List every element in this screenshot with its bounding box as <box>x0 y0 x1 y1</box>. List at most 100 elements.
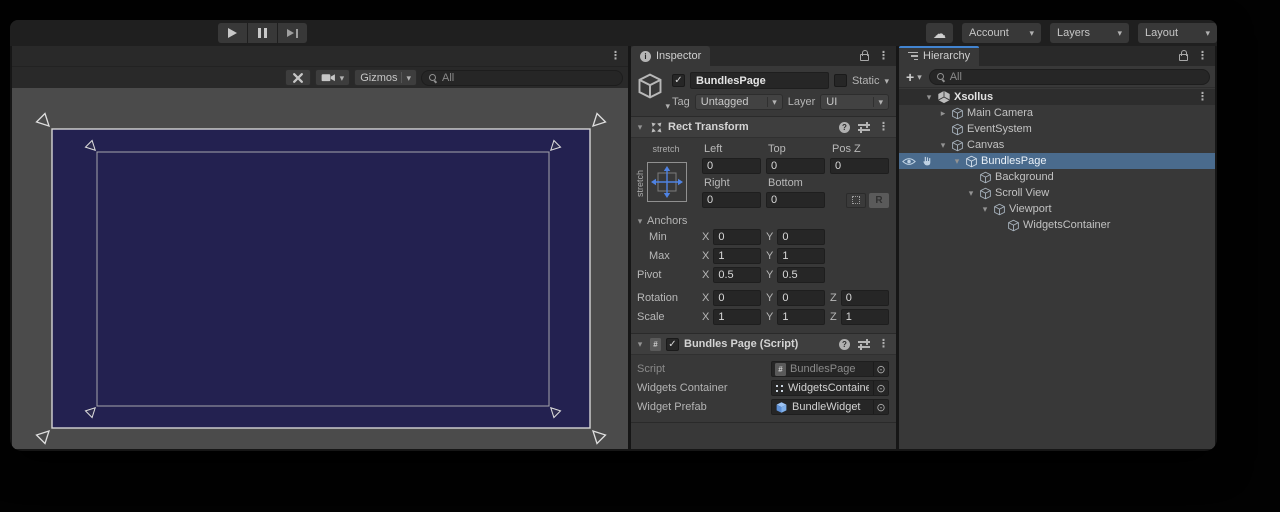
foldout-icon[interactable] <box>635 339 645 350</box>
scene-tool-settings-button[interactable] <box>285 69 311 86</box>
script-object-field[interactable]: BundlesPage <box>771 361 889 377</box>
layers-dropdown[interactable]: Layers <box>1050 23 1129 43</box>
foldout-icon[interactable] <box>924 92 934 103</box>
inspector-panel-menu-icon[interactable] <box>878 51 889 62</box>
component-menu-icon[interactable] <box>878 122 889 133</box>
foldout-icon[interactable] <box>938 140 948 151</box>
bundles-page-script-header[interactable]: Bundles Page (Script) <box>631 333 896 355</box>
left-field[interactable]: 0 <box>702 158 761 174</box>
top-field[interactable]: 0 <box>766 158 825 174</box>
object-picker-icon[interactable] <box>873 400 888 414</box>
anchor-handle-bottom-left[interactable] <box>37 431 50 444</box>
foldout-icon[interactable] <box>635 122 645 133</box>
rotation-x-field[interactable]: 0 <box>713 290 761 306</box>
layout-dropdown[interactable]: Layout <box>1138 23 1217 43</box>
help-icon[interactable] <box>839 339 850 350</box>
presets-icon[interactable] <box>858 122 870 132</box>
scale-x-field[interactable]: 1 <box>713 309 761 325</box>
pivot-x-field[interactable]: 0.5 <box>713 267 761 283</box>
anchor-min-y-field[interactable]: 0 <box>777 229 825 245</box>
hierarchy-panel-menu-icon[interactable] <box>1197 51 1208 62</box>
cloud-services-button[interactable]: ☁ <box>926 23 953 43</box>
hierarchy-item-widgetscontainer[interactable]: WidgetsContainer <box>899 217 1215 233</box>
hierarchy-item-scroll-view[interactable]: Scroll View <box>899 185 1215 201</box>
scene-viewport[interactable] <box>12 88 628 449</box>
lock-icon[interactable] <box>860 54 869 61</box>
pause-button[interactable] <box>248 23 277 43</box>
account-dropdown[interactable]: Account <box>962 23 1041 43</box>
min-label: Min <box>635 231 697 243</box>
layers-label: Layers <box>1057 27 1090 39</box>
chevron-down-icon <box>772 96 777 108</box>
scene-header-row[interactable]: Xsollus <box>899 89 1215 105</box>
layer-dropdown[interactable]: UI <box>820 94 889 110</box>
inspector-tab-label: Inspector <box>656 50 701 62</box>
script-icon <box>650 338 661 351</box>
gameobject-icon[interactable] <box>636 72 672 110</box>
foldout-icon[interactable] <box>938 108 948 119</box>
right-field[interactable]: 0 <box>702 192 761 208</box>
gameobject-name-field[interactable]: BundlesPage <box>690 72 829 89</box>
visibility-eye-icon[interactable] <box>902 157 916 166</box>
tag-dropdown[interactable]: Untagged <box>695 94 783 110</box>
rotation-z-field[interactable]: 0 <box>841 290 889 306</box>
object-picker-icon[interactable] <box>873 362 888 376</box>
presets-icon[interactable] <box>858 339 870 349</box>
foldout-icon[interactable] <box>952 156 962 167</box>
component-menu-icon[interactable] <box>878 339 889 350</box>
add-gameobject-button[interactable] <box>904 70 924 84</box>
anchor-max-x-field[interactable]: 1 <box>713 248 761 264</box>
hierarchy-item-eventsystem[interactable]: EventSystem <box>899 121 1215 137</box>
anchor-handle-bottom-right[interactable] <box>593 431 606 444</box>
component-enabled-checkbox[interactable] <box>666 338 679 351</box>
rect-transform-title: Rect Transform <box>668 121 749 133</box>
bottom-field[interactable]: 0 <box>766 192 825 208</box>
hierarchy-item-bundlespage-selected[interactable]: BundlesPage <box>899 153 1215 169</box>
posz-field[interactable]: 0 <box>830 158 889 174</box>
widgets-container-object-field[interactable]: WidgetsContainer <box>771 380 889 396</box>
active-checkbox[interactable] <box>672 74 685 87</box>
scene-search-input[interactable]: All <box>421 70 623 86</box>
rect-transform-ref-icon <box>775 384 784 393</box>
blueprint-mode-button[interactable] <box>846 193 866 208</box>
scale-z-field[interactable]: 1 <box>841 309 889 325</box>
scene-panel-menu-icon[interactable] <box>610 51 621 62</box>
y-axis-label: Y <box>766 311 773 323</box>
tab-hierarchy[interactable]: Hierarchy <box>899 46 979 66</box>
scale-y-field[interactable]: 1 <box>777 309 825 325</box>
scene-menu-icon[interactable] <box>1197 92 1208 103</box>
pickability-hand-icon[interactable] <box>921 155 933 167</box>
rotation-y-field[interactable]: 0 <box>777 290 825 306</box>
tab-inspector[interactable]: i Inspector <box>631 46 710 66</box>
chevron-down-icon <box>665 100 670 112</box>
hierarchy-item-viewport[interactable]: Viewport <box>899 201 1215 217</box>
gizmos-dropdown[interactable]: Gizmos <box>354 69 417 86</box>
step-button[interactable] <box>278 23 307 43</box>
anchor-min-x-field[interactable]: 0 <box>713 229 761 245</box>
lock-icon[interactable] <box>1179 54 1188 61</box>
hierarchy-item-canvas[interactable]: Canvas <box>899 137 1215 153</box>
static-dropdown-icon[interactable] <box>884 75 889 87</box>
hierarchy-item-background[interactable]: Background <box>899 169 1215 185</box>
object-picker-icon[interactable] <box>873 381 888 395</box>
anchor-preset-widget[interactable]: stretch <box>635 161 697 205</box>
anchor-max-y-field[interactable]: 1 <box>777 248 825 264</box>
pivot-y-field[interactable]: 0.5 <box>777 267 825 283</box>
anchor-handle-top-left[interactable] <box>37 114 50 127</box>
foldout-icon[interactable] <box>966 188 976 199</box>
anchors-foldout[interactable]: Anchors <box>631 212 896 228</box>
anchor-handle-top-right[interactable] <box>593 114 606 127</box>
foldout-icon[interactable] <box>980 204 990 215</box>
static-checkbox[interactable] <box>834 74 847 87</box>
top-value: 0 <box>771 160 777 172</box>
ui-canvas-rect[interactable] <box>52 129 590 428</box>
scene-camera-settings-button[interactable] <box>315 69 351 86</box>
help-icon[interactable] <box>839 122 850 133</box>
rotation-label: Rotation <box>635 292 697 304</box>
rect-transform-header[interactable]: Rect Transform <box>631 116 896 138</box>
hierarchy-search-input[interactable]: All <box>929 69 1210 85</box>
raw-edit-mode-button[interactable]: R <box>869 193 889 208</box>
hierarchy-item-main-camera[interactable]: Main Camera <box>899 105 1215 121</box>
play-button[interactable] <box>218 23 247 43</box>
widget-prefab-object-field[interactable]: BundleWidget <box>771 399 889 415</box>
